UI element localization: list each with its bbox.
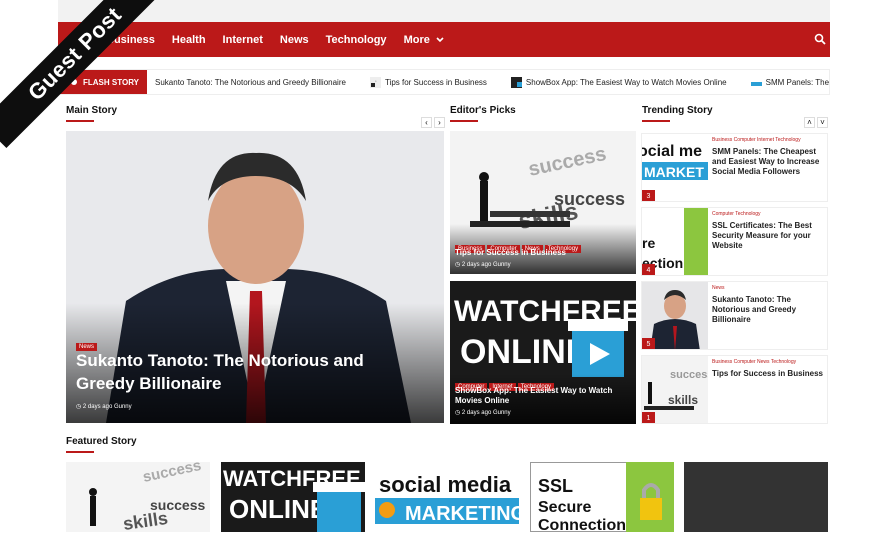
trending-carousel-controls: ˄ ˅ [802,117,828,128]
top-strip [58,0,830,22]
featured-image: social media MARKETING [375,462,519,532]
section-title-main-story: Main Story [66,105,118,116]
clock-icon: ◷ [455,262,461,268]
post-time: 2 days ago [461,262,492,268]
chevron-left-icon[interactable]: ‹ [421,117,432,128]
image-text: MARKETING [405,503,519,525]
trending-item[interactable]: 5 News Sukanto Tanoto: The Notorious and… [641,281,828,350]
image-text: Secure [538,499,591,516]
section-underline [642,120,670,122]
section-title-featured-story: Featured Story [66,436,137,447]
nav-item-more[interactable]: More [404,34,444,46]
nav-item-news[interactable]: News [280,34,309,46]
nav-item-technology[interactable]: Technology [326,34,387,46]
chevron-right-icon[interactable]: › [434,117,445,128]
trending-rank: 4 [642,264,655,275]
nav-item-internet[interactable]: Internet [223,34,263,46]
post-author[interactable]: Gunny [493,262,511,268]
flash-item[interactable]: SMM Panels: The Cheapest and Easiest Way… [750,76,830,88]
editors-pick-title[interactable]: Tips for Success in Business [455,248,630,258]
featured-card[interactable] [684,462,828,532]
image-text: success [670,369,708,381]
trending-title[interactable]: Tips for Success in Business [712,369,824,379]
section-underline [450,120,478,122]
editors-pick-card[interactable]: success success skills BusinessComputerN… [450,131,636,274]
trending-categories[interactable]: Business Computer News Technology [712,359,796,365]
trending-rank: 3 [642,190,655,201]
editors-pick-card[interactable]: WATCHFREE ONLINE Computer Internet Technol… [450,281,636,424]
flash-story-ticker: FLASH STORY Sukanto Tanoto: The Notoriou… [58,69,830,95]
trending-thumbnail: success skills 1 [642,356,708,423]
page: Business Health Internet News Technology… [0,0,895,536]
flash-item-text: Tips for Success in Business [384,77,487,87]
image-text: ONLINE [460,333,588,371]
flash-item[interactable]: ShowBox App: The Easiest Way to Watch Mo… [510,76,727,88]
clock-icon: ◷ [455,410,461,416]
trending-rank: 1 [642,412,655,423]
featured-card[interactable]: social media MARKETING [375,462,519,532]
featured-image: success success skills [66,462,210,532]
flash-thumbnail: s [369,76,381,88]
flash-item-text: Sukanto Tanoto: The Notorious and Greedy… [155,77,346,87]
nav-item-more-label: More [403,33,430,46]
flash-item-text: ShowBox App: The Easiest Way to Watch Mo… [525,77,727,87]
post-time: 2 days ago [82,404,113,410]
chevron-down-icon[interactable]: ˅ [817,117,828,128]
section-underline [66,120,94,122]
flash-item[interactable]: Sukanto Tanoto: The Notorious and Greedy… [155,78,346,87]
image-text: SSL [538,476,573,496]
featured-card[interactable]: success success skills [66,462,210,532]
post-time: 2 days ago [461,410,492,416]
trending-item[interactable]: ocial me MARKET 3 Business Computer Inte… [641,133,828,202]
editors-pick-meta: ◷ 2 days ago Gunny [455,261,511,268]
section-underline [66,451,94,453]
main-story-meta: ◷ 2 days ago Gunny [76,403,132,410]
main-story-title[interactable]: Sukanto Tanoto: The Notorious and Greedy… [76,349,426,395]
image-text: re [642,235,655,251]
featured-image: SSL Secure Connection [530,462,674,532]
image-text: MARKET [644,164,704,180]
main-story-carousel-controls: ‹ › [419,117,445,128]
trending-rank: 5 [642,338,655,349]
main-story-card[interactable]: News Sukanto Tanoto: The Notorious and G… [66,131,444,423]
trending-thumbnail: ocial me MARKET 3 [642,134,708,201]
trending-categories[interactable]: Business Computer Internet Technology [712,137,801,143]
image-text: skills [668,393,698,407]
flash-item-text: SMM Panels: The Cheapest and Easiest Way… [765,77,830,87]
image-text: ocial me [642,143,702,160]
featured-card[interactable]: SSL Secure Connection [530,462,674,532]
search-icon[interactable] [814,32,828,46]
image-text: Connection [538,517,626,532]
trending-thumbnail: 5 [642,282,708,349]
trending-title[interactable]: SSL Certificates: The Best Security Meas… [712,221,824,251]
trending-categories[interactable]: News [712,285,725,291]
featured-image: WATCHFREE ONLINE [221,462,365,532]
post-author[interactable]: Gunny [114,404,132,410]
trending-title[interactable]: Sukanto Tanoto: The Notorious and Greedy… [712,295,824,325]
flash-item[interactable]: s Tips for Success in Business [369,76,487,88]
trending-title[interactable]: SMM Panels: The Cheapest and Easiest Way… [712,147,824,177]
clock-icon: ◷ [76,404,82,410]
trending-item[interactable]: success skills 1 Business Computer News … [641,355,828,424]
section-title-editors-picks: Editor's Picks [450,105,516,116]
section-title-trending-story: Trending Story [642,105,713,116]
flash-thumbnail [510,76,522,88]
image-text: social media [379,472,512,497]
chevron-up-icon[interactable]: ˄ [804,117,815,128]
editors-pick-meta: ◷ 2 days ago Gunny [455,409,511,416]
trending-thumbnail: re ection 4 [642,208,708,275]
post-author[interactable]: Gunny [493,410,511,416]
trending-item[interactable]: re ection 4 Computer Technology SSL Cert… [641,207,828,276]
chevron-down-icon [436,35,444,45]
flash-story-label-text: FLASH STORY [83,77,140,87]
main-navigation: Business Health Internet News Technology… [58,22,830,57]
nav-item-health[interactable]: Health [172,34,206,46]
image-text: ONLINE [229,494,327,524]
editors-pick-title[interactable]: ShowBox App: The Easiest Way to Watch Mo… [455,386,630,406]
flash-thumbnail [750,76,762,88]
trending-categories[interactable]: Computer Technology [712,211,761,217]
featured-card[interactable]: WATCHFREE ONLINE [221,462,365,532]
